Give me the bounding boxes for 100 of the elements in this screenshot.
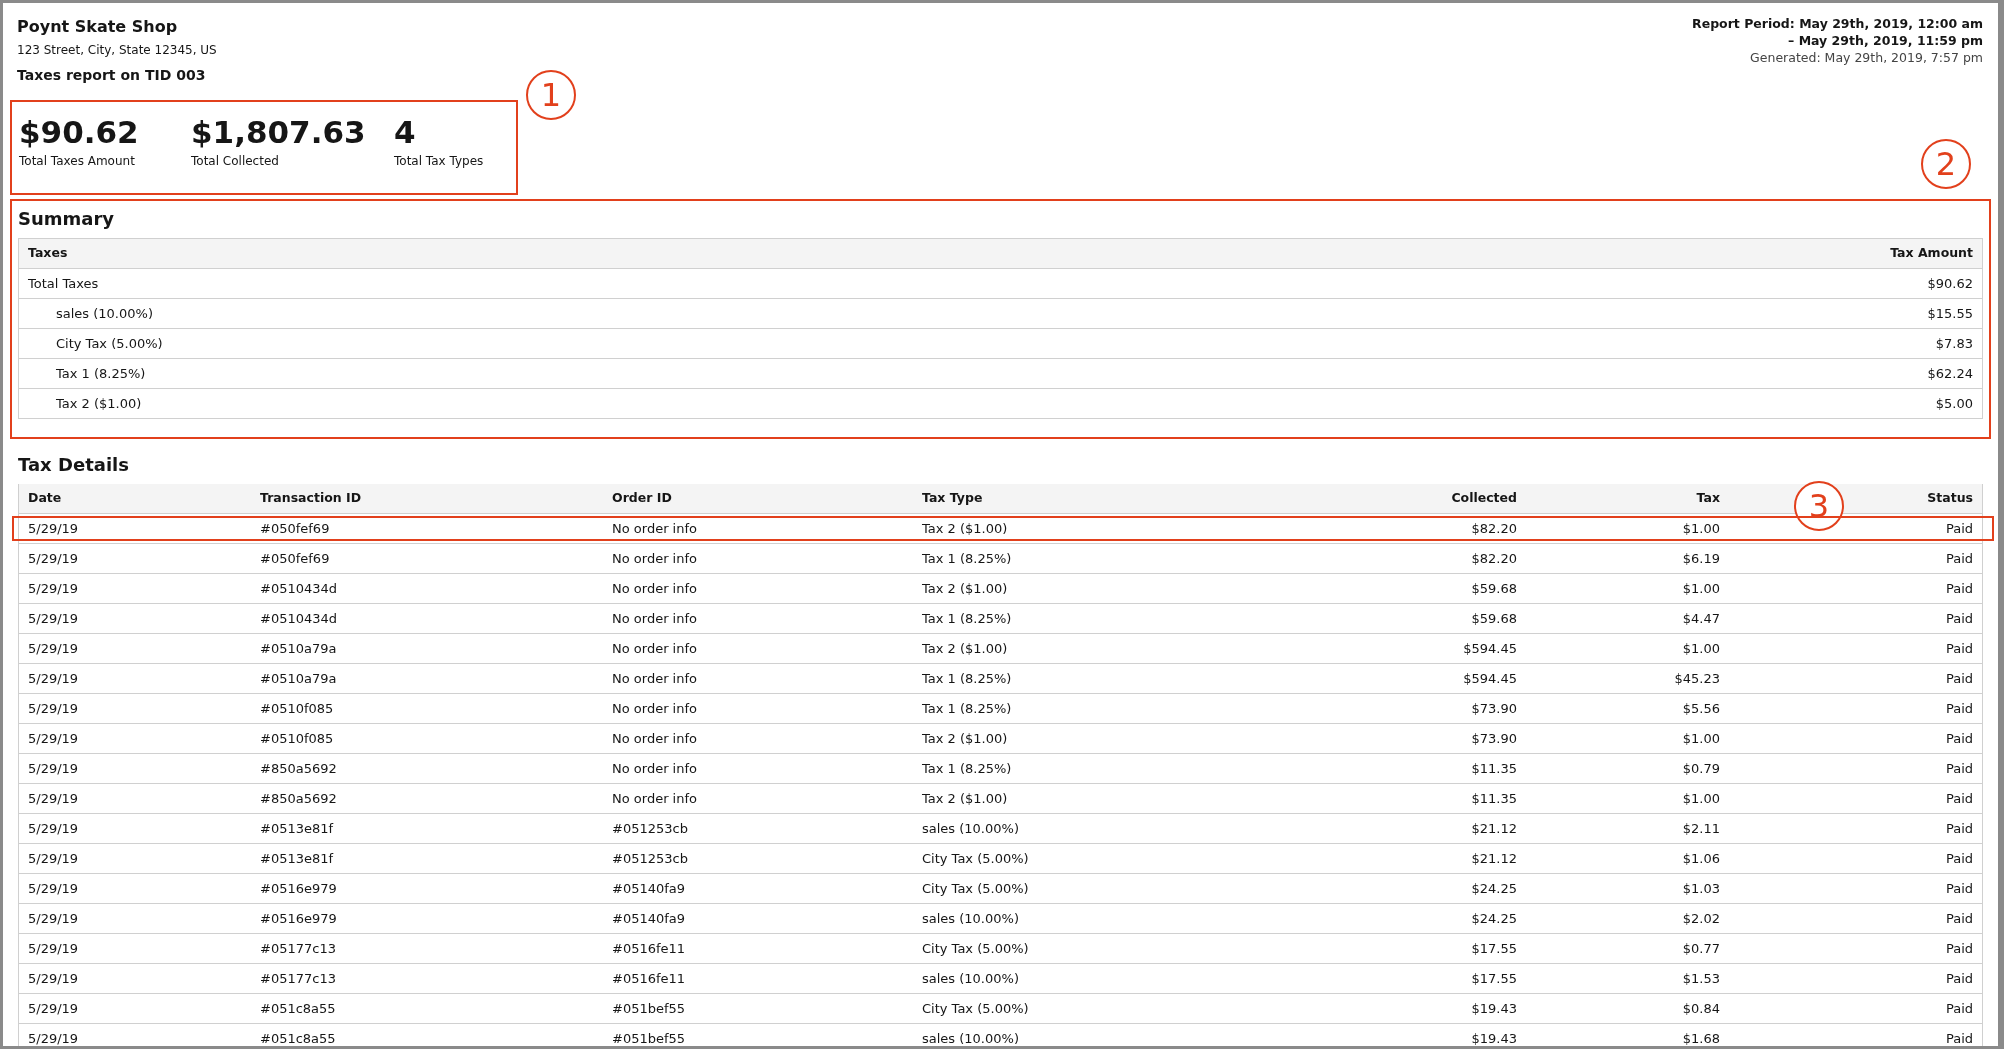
table-cell-text: $6.19 [1681, 549, 1721, 568]
table-cell-text: $17.55 [1470, 969, 1518, 988]
table-cell-text: $0.79 [1681, 759, 1721, 778]
table-cell-text: #051bef55 [611, 999, 687, 1018]
table-cell-text: $82.20 [1470, 549, 1518, 568]
table-cell-text: Paid [1944, 519, 1974, 538]
table-cell-text: Paid [1944, 669, 1974, 688]
tax-name: Total Taxes [28, 274, 99, 293]
table-cell-text: 5/29/19 [27, 669, 80, 688]
callout-number: 3 [1794, 481, 1844, 531]
table-cell-text: $59.68 [1470, 579, 1518, 598]
table-cell-text: Paid [1944, 729, 1974, 748]
table-cell-text: 5/29/19 [27, 879, 80, 898]
report-period: – May 29th, 2019, 11:59 pm [1788, 32, 1983, 49]
table-cell-text: $1.68 [1681, 1029, 1721, 1046]
report-period: Report Period: May 29th, 2019, 12:00 am [1692, 15, 1983, 32]
tax-name: City Tax (5.00%) [55, 334, 163, 353]
table-cell-text: 5/29/19 [27, 699, 80, 718]
table-cell-text: #0510a79a [259, 639, 338, 658]
table-cell-text: Paid [1944, 579, 1974, 598]
table-cell-text: #051253cb [611, 819, 689, 838]
table-cell-text: No order info [611, 669, 698, 688]
stat-value: 4 [394, 113, 417, 152]
table-cell-text: #050fef69 [259, 519, 331, 538]
table-cell-text: #05177c13 [259, 969, 337, 988]
table-cell-text: Tax 2 ($1.00) [921, 579, 1009, 598]
table-cell-text: Paid [1944, 789, 1974, 808]
table-cell-text: $17.55 [1470, 939, 1518, 958]
table-cell-text: $24.25 [1470, 879, 1518, 898]
tax-amount: $15.55 [1927, 304, 1973, 323]
table-cell-text: $11.35 [1470, 789, 1518, 808]
table-cell-text: Paid [1944, 639, 1974, 658]
table-cell-text: 5/29/19 [27, 579, 80, 598]
table-cell-text: 5/29/19 [27, 969, 80, 988]
table-cell-text: #0513e81f [259, 849, 335, 868]
table-cell-text: City Tax (5.00%) [921, 849, 1030, 868]
table-cell-text: Paid [1944, 609, 1974, 628]
table-cell-text: #0510f085 [259, 729, 335, 748]
table-cell-text: $2.02 [1681, 909, 1721, 928]
table-cell-text: #0516e979 [259, 879, 338, 898]
table-cell-text: #051253cb [611, 849, 689, 868]
column-header: Status [1926, 489, 1974, 508]
stat-label: Total Tax Types [394, 153, 484, 170]
table-cell-text: #05140fa9 [611, 879, 687, 898]
table-cell-text: 5/29/19 [27, 759, 80, 778]
table-cell-text: $594.45 [1462, 669, 1518, 688]
table-cell-text: $11.35 [1470, 759, 1518, 778]
table-cell-text: $21.12 [1470, 819, 1518, 838]
table-cell-text: No order info [611, 609, 698, 628]
table-cell-text: Paid [1944, 909, 1974, 928]
table-cell-text: #0510434d [259, 609, 339, 628]
table-cell-text: City Tax (5.00%) [921, 999, 1030, 1018]
stat-label: Total Collected [191, 153, 280, 170]
table-cell-text: $59.68 [1470, 609, 1518, 628]
table-cell-text: Paid [1944, 969, 1974, 988]
table-cell-text: Tax 1 (8.25%) [921, 759, 1013, 778]
table-cell-text: sales (10.00%) [921, 909, 1020, 928]
table-cell-text: Tax 1 (8.25%) [921, 609, 1013, 628]
tax-name: Tax 2 ($1.00) [55, 394, 142, 413]
table-cell-text: 5/29/19 [27, 519, 80, 538]
table-cell-text: Paid [1944, 549, 1974, 568]
column-header: Order ID [611, 489, 673, 508]
table-cell-text: Paid [1944, 1029, 1974, 1046]
table-cell-text: Paid [1944, 759, 1974, 778]
column-header: Transaction ID [259, 489, 363, 508]
table-cell-text: 5/29/19 [27, 1029, 80, 1046]
table-cell-text: 5/29/19 [27, 939, 80, 958]
tax-amount: $5.00 [1935, 394, 1973, 413]
shop-address: 123 Street, City, State 12345, US [17, 42, 217, 59]
column-header: Date [27, 489, 63, 508]
table-cell-text: 5/29/19 [27, 639, 80, 658]
table-cell-text: 5/29/19 [27, 549, 80, 568]
stat-value: $1,807.63 [191, 113, 367, 152]
table-cell-text: $1.00 [1681, 579, 1721, 598]
table-cell-text: No order info [611, 759, 698, 778]
table-cell-text: #0516fe11 [611, 969, 687, 988]
report-title: Taxes report on TID 003 [17, 66, 207, 85]
table-cell-text: $2.11 [1681, 819, 1721, 838]
stat-label: Total Taxes Amount [19, 153, 136, 170]
table-cell-text: #051bef55 [611, 1029, 687, 1046]
table-cell-text: $4.47 [1681, 609, 1721, 628]
table-cell-text: #0510a79a [259, 669, 338, 688]
column-header: Tax Amount [1890, 244, 1973, 263]
table-cell-text: 5/29/19 [27, 789, 80, 808]
table-cell-text: #0510f085 [259, 699, 335, 718]
table-cell-text: Tax 2 ($1.00) [921, 789, 1009, 808]
tax-amount: $90.62 [1927, 274, 1973, 293]
table-cell-text: #0510434d [259, 579, 339, 598]
table-cell-text: $73.90 [1470, 699, 1518, 718]
table-cell-text: No order info [611, 789, 698, 808]
table-cell-text: Paid [1944, 849, 1974, 868]
table-cell-text: $0.84 [1681, 999, 1721, 1018]
table-cell-text: #05140fa9 [611, 909, 687, 928]
table-cell-text: Paid [1944, 939, 1974, 958]
table-cell-text: City Tax (5.00%) [921, 939, 1030, 958]
table-cell-text: No order info [611, 519, 698, 538]
table-cell-text: City Tax (5.00%) [921, 879, 1030, 898]
table-cell-text: Paid [1944, 999, 1974, 1018]
table-cell-text: Paid [1944, 819, 1974, 838]
table-cell-text: 5/29/19 [27, 909, 80, 928]
